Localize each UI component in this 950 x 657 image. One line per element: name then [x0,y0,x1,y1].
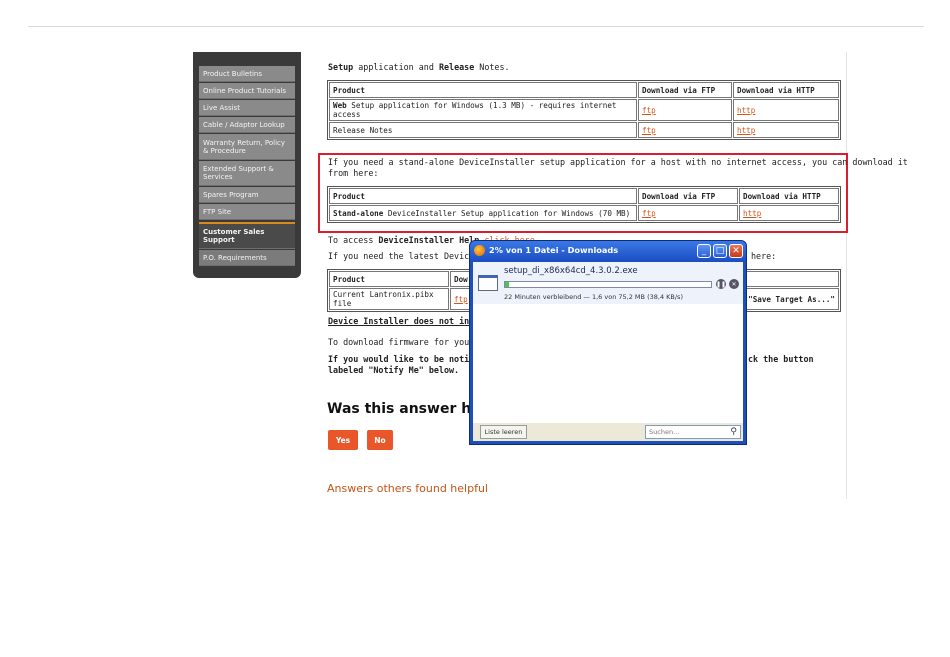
table1-cell-http: http [733,99,839,121]
sidebar-item-live-assist[interactable]: Live Assist [199,100,295,116]
http-link[interactable]: http [743,209,761,218]
download-item[interactable]: setup_di_x86x64cd_4.3.0.2.exe ❚❚ ✕ 22 Mi… [473,262,743,304]
table1-cell-ftp: ftp [638,99,732,121]
sidebar-item-extended-support[interactable]: Extended Support & Services [199,161,295,186]
pause-icon[interactable]: ❚❚ [716,279,726,289]
http-link[interactable]: http [737,106,755,115]
table1-cell-ftp: ftp [638,122,732,138]
download-progress-fill [505,282,510,287]
table1-header-http: Download via HTTP [733,82,839,98]
maximize-icon[interactable]: □ [713,244,727,258]
yes-button[interactable]: Yes [328,430,358,450]
top-divider [28,26,924,27]
intro-bold-release: Release [438,62,475,72]
table2-header-http: Download via HTTP [739,188,839,204]
standalone-download-table: Product Download via FTP Download via HT… [327,186,841,223]
no-button[interactable]: No [367,430,393,450]
table1-cell-http: http [733,122,839,138]
intro-bold-setup: Setup [328,62,354,72]
firefox-icon [474,245,485,256]
sidebar-item-product-bulletins[interactable]: Product Bulletins [199,66,295,82]
answers-heading: Answers others found helpful [327,482,488,495]
download-progress-bar [504,281,712,288]
close-icon[interactable]: ✕ [729,244,743,258]
sidebar-item-customer-sales-support[interactable]: Customer Sales Support [199,222,295,249]
clear-list-button[interactable]: Liste leeren [480,425,527,439]
downloads-list: setup_di_x86x64cd_4.3.0.2.exe ❚❚ ✕ 22 Mi… [473,262,743,423]
table3-header-product: Product [329,271,449,287]
minimize-icon[interactable]: _ [697,244,711,258]
latest-line-end: here: [751,251,777,261]
downloads-footer: Liste leeren Suchen... ⚲ [473,423,743,441]
sidebar-item-spares-program[interactable]: Spares Program [199,187,295,203]
ftp-link[interactable]: ftp [642,126,656,135]
notify-text-line1: If you would like to be notified [328,354,490,364]
latest-line: If you need the latest DeviceIns [328,251,490,261]
download-status: 22 Minuten verbleibend — 1,6 von 75,2 MB… [504,293,683,301]
not-include-text: Device Installer does not inclu [328,316,485,326]
table2-header-product: Product [329,188,637,204]
table1-cell-product: Web Setup application for Windows (1.3 M… [329,99,637,121]
ftp-link[interactable]: ftp [642,106,656,115]
sidebar-item-po-requirements[interactable]: P.O. Requirements [199,250,295,266]
downloads-window[interactable]: 2% von 1 Datei - Downloads _ □ ✕ setup_d… [469,240,747,445]
download-filename: setup_di_x86x64cd_4.3.0.2.exe [504,266,638,276]
sidebar-item-ftp-site[interactable]: FTP Site [199,204,295,220]
ftp-link[interactable]: ftp [642,209,656,218]
ftp-link[interactable]: ftp [454,295,468,304]
setup-download-table: Product Download via FTP Download via HT… [327,80,841,140]
table2-cell-http: http [739,205,839,221]
table1-header-product: Product [329,82,637,98]
sidebar-item-cable-lookup[interactable]: Cable / Adaptor Lookup [199,117,295,133]
table2-header-ftp: Download via FTP [638,188,738,204]
table1-header-ftp: Download via FTP [638,82,732,98]
feedback-heading: Was this answer he [327,401,481,417]
save-target-as-text: "Save Target As..." [748,294,835,304]
notify-text-line2: labeled "Notify Me" below. [328,365,460,375]
sidebar-item-warranty-return[interactable]: Warranty Return, Policy & Procedure [199,134,295,160]
table1-cell-product: Release Notes [329,122,637,138]
standalone-text-line2: from here: [328,168,379,178]
intro-text: Setup application and Release Notes. [328,62,510,72]
window-titlebar[interactable]: 2% von 1 Datei - Downloads _ □ ✕ [470,241,746,261]
intro-mid: application and [353,62,439,72]
table2-cell-product: Stand-alone DeviceInstaller Setup applic… [329,205,637,221]
file-icon [478,275,498,291]
notify-text-line1-end: ck the button [748,354,814,364]
window-title: 2% von 1 Datei - Downloads [489,245,619,255]
intro-end: Notes. [474,62,510,72]
downloads-search-input[interactable]: Suchen... ⚲ [645,425,741,439]
standalone-text-line1: If you need a stand-alone DeviceInstalle… [328,157,908,167]
table3-cell-product: Current Lantronix.pibx file [329,288,449,310]
http-link[interactable]: http [737,126,755,135]
cancel-icon[interactable]: ✕ [729,279,739,289]
table-row: Stand-alone DeviceInstaller Setup applic… [329,205,839,221]
table-row: Web Setup application for Windows (1.3 M… [329,99,839,121]
sidebar-item-online-tutorials[interactable]: Online Product Tutorials [199,83,295,99]
search-icon: ⚲ [730,427,737,437]
table2-cell-ftp: ftp [638,205,738,221]
firmware-text: To download firmware for your L [328,337,485,347]
table-row: Release Notes ftp http [329,122,839,138]
